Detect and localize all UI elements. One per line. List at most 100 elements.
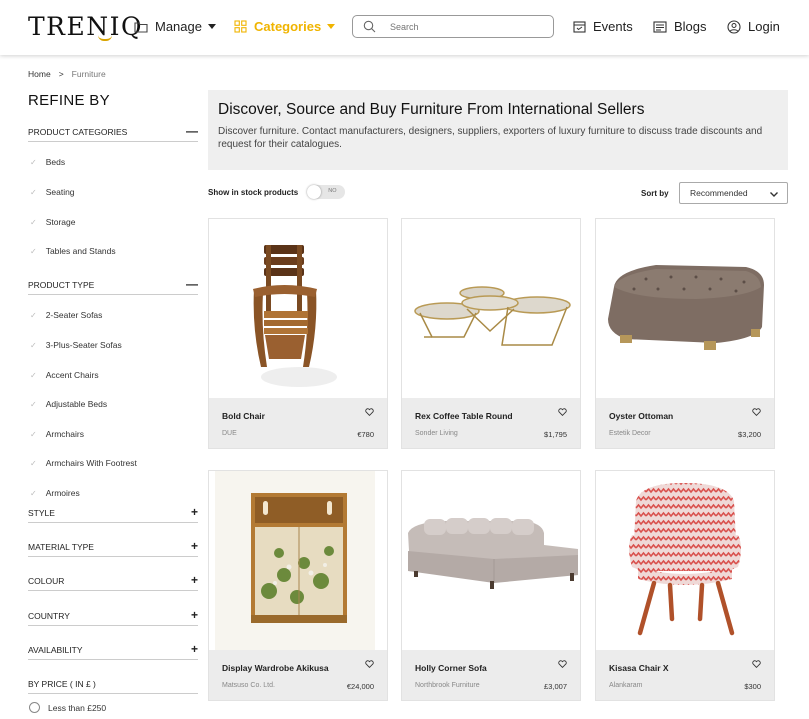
option-label: Armchairs xyxy=(45,429,84,439)
top-header: TRENΙQ Manage Categories Events Blogs Lo… xyxy=(0,0,809,55)
plus-icon[interactable]: + xyxy=(191,609,198,621)
heart-icon[interactable] xyxy=(365,660,374,668)
product-info: Holly Corner Sofa Northbrook Furniture £… xyxy=(402,650,580,700)
product-name[interactable]: Bold Chair xyxy=(222,411,265,421)
check-icon: ✓ xyxy=(30,246,37,256)
heart-icon[interactable] xyxy=(558,660,567,668)
check-icon: ✓ xyxy=(30,458,37,468)
sort-select[interactable]: Recommended xyxy=(679,182,788,204)
style-header[interactable]: STYLE + xyxy=(28,506,198,523)
site-logo[interactable]: TRENΙQ xyxy=(28,12,143,41)
product-info: Rex Coffee Table Round Sonder Living $1,… xyxy=(402,398,580,448)
heart-icon[interactable] xyxy=(752,408,761,416)
country-header[interactable]: COUNTRY + xyxy=(28,609,198,626)
plus-icon[interactable]: + xyxy=(191,540,198,552)
plus-icon[interactable]: + xyxy=(191,506,198,518)
option-label: Storage xyxy=(45,217,76,227)
product-name[interactable]: Oyster Ottoman xyxy=(609,411,673,421)
filter-option[interactable]: ✓ Seating xyxy=(30,187,75,197)
search-input[interactable] xyxy=(390,21,540,32)
check-icon: ✓ xyxy=(30,370,37,380)
manage-menu[interactable]: Manage xyxy=(134,19,216,34)
product-name[interactable]: Holly Corner Sofa xyxy=(415,663,487,673)
availability-header[interactable]: AVAILABILITY + xyxy=(28,643,198,660)
price-option[interactable]: Less than £250 xyxy=(29,702,106,713)
blogs-link[interactable]: Blogs xyxy=(653,19,707,34)
heart-icon[interactable] xyxy=(558,408,567,416)
filter-option[interactable]: ✓ 3-Plus-Seater Sofas xyxy=(30,340,122,350)
radio-button[interactable] xyxy=(29,702,40,713)
stock-label: Show in stock products xyxy=(208,187,299,197)
zigzag-armchair-image xyxy=(629,483,741,636)
blogs-label: Blogs xyxy=(674,19,707,34)
news-icon xyxy=(653,20,667,33)
product-card[interactable]: Bold Chair DUE €780 xyxy=(208,218,388,449)
option-label: Armoires xyxy=(45,488,80,498)
product-seller: DUE xyxy=(222,430,237,437)
product-card[interactable]: Display Wardrobe Akikusa Matsuso Co. Ltd… xyxy=(208,470,388,701)
check-icon: ✓ xyxy=(30,187,37,197)
option-label: 2-Seater Sofas xyxy=(45,310,103,320)
option-label: Adjustable Beds xyxy=(45,399,108,409)
material-type-header[interactable]: MATERIAL TYPE + xyxy=(28,540,198,557)
filter-option[interactable]: ✓ Adjustable Beds xyxy=(30,399,107,409)
breadcrumb-current: Furniture xyxy=(71,69,106,79)
product-price: £3,007 xyxy=(544,682,567,691)
section-title: COLOUR xyxy=(28,576,65,586)
check-icon: ✓ xyxy=(30,157,37,167)
search-box[interactable] xyxy=(352,15,554,38)
filter-option[interactable]: ✓ Tables and Stands xyxy=(30,246,116,256)
product-type-header[interactable]: PRODUCT TYPE — xyxy=(28,278,198,295)
product-categories-header[interactable]: PRODUCT CATEGORIES — xyxy=(28,125,198,142)
product-card[interactable]: Kisasa Chair X Alankaram $300 xyxy=(595,470,775,701)
user-icon xyxy=(727,19,741,34)
option-label: Accent Chairs xyxy=(45,370,99,380)
manage-label: Manage xyxy=(155,19,202,34)
corner-sofa-image xyxy=(408,518,578,589)
filter-option[interactable]: ✓ Storage xyxy=(30,217,75,227)
minus-icon[interactable]: — xyxy=(186,278,198,290)
events-label: Events xyxy=(593,19,633,34)
login-link[interactable]: Login xyxy=(727,19,780,34)
calendar-icon xyxy=(573,21,586,33)
product-card[interactable]: Rex Coffee Table Round Sonder Living $1,… xyxy=(401,218,581,449)
plus-icon[interactable]: + xyxy=(191,574,198,586)
product-card[interactable]: Holly Corner Sofa Northbrook Furniture £… xyxy=(401,470,581,701)
filter-option[interactable]: ✓ Accent Chairs xyxy=(30,370,99,380)
option-label: Tables and Stands xyxy=(45,246,116,256)
filter-option[interactable]: ✓ Beds xyxy=(30,157,65,167)
chevron-down-icon xyxy=(207,24,216,29)
product-seller: Northbrook Furniture xyxy=(415,682,480,689)
filter-option[interactable]: ✓ Armoires xyxy=(30,488,80,498)
option-label: 3-Plus-Seater Sofas xyxy=(45,340,122,350)
colour-header[interactable]: COLOUR + xyxy=(28,574,198,591)
breadcrumb-separator: > xyxy=(58,69,64,79)
stock-toggle[interactable]: NO xyxy=(307,185,346,199)
product-card[interactable]: Oyster Ottoman Estetik Decor $3,200 xyxy=(595,218,775,449)
check-icon: ✓ xyxy=(30,399,37,409)
price-header: BY PRICE ( IN £ ) xyxy=(28,679,198,694)
product-name[interactable]: Display Wardrobe Akikusa xyxy=(222,663,329,673)
breadcrumb-home[interactable]: Home xyxy=(28,69,51,79)
breadcrumb: Home > Furniture xyxy=(28,69,106,79)
events-link[interactable]: Events xyxy=(573,19,633,34)
heart-icon[interactable] xyxy=(752,660,761,668)
product-info: Oyster Ottoman Estetik Decor $3,200 xyxy=(596,398,774,448)
section-title: PRODUCT CATEGORIES xyxy=(28,127,128,137)
product-seller: Alankaram xyxy=(609,682,643,689)
product-price: $3,200 xyxy=(738,430,761,439)
search-icon xyxy=(363,20,376,33)
product-name[interactable]: Kisasa Chair X xyxy=(609,663,669,673)
heart-icon[interactable] xyxy=(365,408,374,416)
filter-option[interactable]: ✓ Armchairs With Footrest xyxy=(30,458,137,468)
categories-menu[interactable]: Categories xyxy=(234,19,336,34)
filter-option[interactable]: ✓ 2-Seater Sofas xyxy=(30,310,102,320)
plus-icon[interactable]: + xyxy=(191,643,198,655)
minus-icon[interactable]: — xyxy=(186,125,198,137)
product-seller: Sonder Living xyxy=(415,430,458,437)
filter-option[interactable]: ✓ Armchairs xyxy=(30,429,84,439)
product-price: $1,795 xyxy=(544,430,567,439)
wooden-chair-image xyxy=(253,245,337,387)
product-name[interactable]: Rex Coffee Table Round xyxy=(415,411,513,421)
check-icon: ✓ xyxy=(30,340,37,350)
